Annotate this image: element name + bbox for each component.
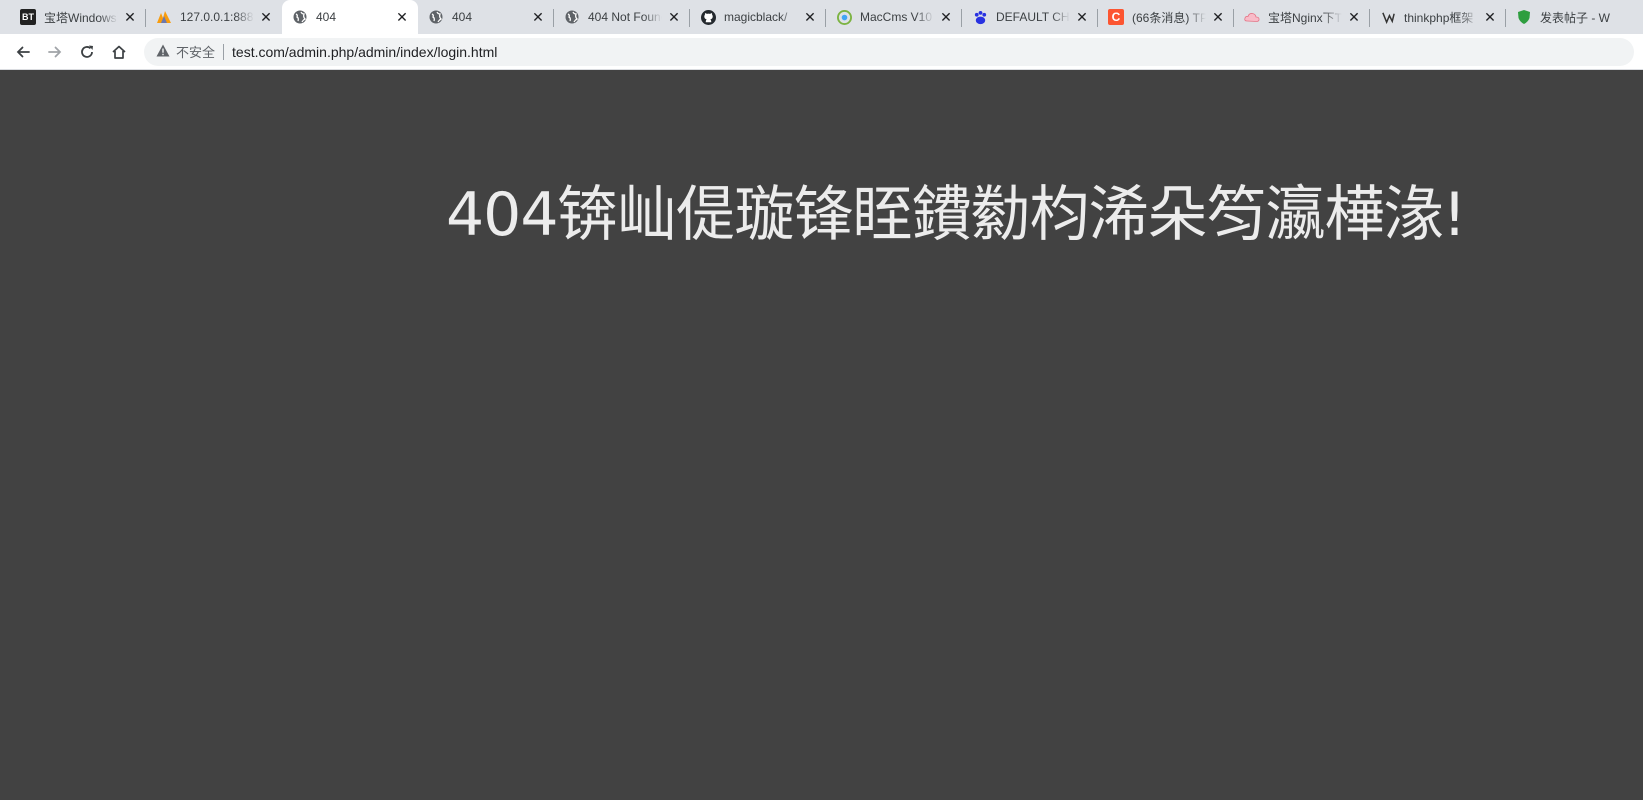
tab-baota-nginx[interactable]: 宝塔Nginx下T ✕ xyxy=(1234,0,1370,34)
close-icon[interactable]: ✕ xyxy=(1074,9,1090,25)
tab-csdn[interactable]: C (66条消息) TP ✕ xyxy=(1098,0,1234,34)
phpmyadmin-icon xyxy=(156,9,172,25)
baidu-icon xyxy=(972,9,988,25)
tab-404-not-found[interactable]: 404 Not Found ✕ xyxy=(554,0,690,34)
close-icon[interactable]: ✕ xyxy=(394,9,410,25)
tab-title: 发表帖子 - W xyxy=(1540,10,1610,25)
back-arrow-icon xyxy=(15,44,31,60)
tab-title: 404 Not Found xyxy=(588,10,662,24)
csdn-icon: C xyxy=(1108,9,1124,25)
maccms-icon xyxy=(836,9,852,25)
cloud-icon xyxy=(1244,9,1260,25)
tab-title: (66条消息) TP xyxy=(1132,10,1206,25)
address-bar[interactable]: 不安全 test.com/admin.php/admin/index/login… xyxy=(144,37,1634,66)
tab-github-magicblack[interactable]: magicblack/ ✕ xyxy=(690,0,826,34)
reload-button[interactable] xyxy=(72,37,102,67)
tab-404-active[interactable]: 404 ✕ xyxy=(282,0,418,34)
close-icon[interactable]: ✕ xyxy=(122,9,138,25)
forward-arrow-icon xyxy=(47,44,63,60)
tab-title: 404 xyxy=(452,10,473,24)
close-icon[interactable]: ✕ xyxy=(1346,9,1362,25)
tab-baota-windows[interactable]: BT 宝塔Windows面板 ✕ xyxy=(10,0,146,34)
close-icon[interactable]: ✕ xyxy=(258,9,274,25)
shield-icon xyxy=(1516,9,1532,25)
security-label: 不安全 xyxy=(176,45,216,60)
close-icon[interactable]: ✕ xyxy=(802,9,818,25)
back-button[interactable] xyxy=(8,37,38,67)
tab-title: thinkphp框架 xyxy=(1404,10,1474,25)
close-icon[interactable]: ✕ xyxy=(530,9,546,25)
browser-toolbar: 不安全 test.com/admin.php/admin/index/login… xyxy=(0,34,1643,70)
close-icon[interactable]: ✕ xyxy=(666,9,682,25)
close-icon[interactable]: ✕ xyxy=(1482,9,1498,25)
bt-icon: BT xyxy=(20,9,36,25)
github-icon xyxy=(700,9,716,25)
tab-404[interactable]: 404 ✕ xyxy=(418,0,554,34)
tab-post-thread[interactable]: 发表帖子 - W xyxy=(1506,0,1642,34)
globe-icon xyxy=(292,9,308,25)
tab-title: magicblack/ xyxy=(724,10,788,24)
omnibox-divider xyxy=(223,43,225,60)
tab-title: 127.0.0.1:888 xyxy=(180,10,254,24)
tab-title: MacCms V10 xyxy=(860,10,933,24)
thinkphp-icon xyxy=(1380,9,1396,25)
tab-localhost-888[interactable]: 127.0.0.1:888 ✕ xyxy=(146,0,282,34)
tab-default-ch[interactable]: DEFAULT CH ✕ xyxy=(962,0,1098,34)
tab-title: DEFAULT CH xyxy=(996,10,1070,24)
reload-icon xyxy=(79,44,95,60)
close-icon[interactable]: ✕ xyxy=(1210,9,1226,25)
tab-maccms[interactable]: MacCms V10 ✕ xyxy=(826,0,962,34)
globe-icon xyxy=(428,9,444,25)
tab-title: 404 xyxy=(316,10,337,24)
url-text[interactable]: test.com/admin.php/admin/index/login.htm… xyxy=(232,44,497,60)
close-icon[interactable]: ✕ xyxy=(938,9,954,25)
tab-title: 宝塔Nginx下T xyxy=(1268,10,1342,25)
tab-thinkphp[interactable]: thinkphp框架 ✕ xyxy=(1370,0,1506,34)
home-button[interactable] xyxy=(104,37,134,67)
globe-icon xyxy=(564,9,580,25)
tab-title: 宝塔Windows面板 xyxy=(44,10,118,25)
warning-triangle-icon xyxy=(156,44,170,60)
security-indicator[interactable]: 不安全 xyxy=(156,42,215,61)
page-content: 404锛屾偍璇锋眰鐨勬枃浠朵笉瀛樺湪! xyxy=(0,71,1643,800)
home-icon xyxy=(111,44,127,60)
error-heading: 404锛屾偍璇锋眰鐨勬枃浠朵笉瀛樺湪! xyxy=(446,180,1467,250)
forward-button[interactable] xyxy=(40,37,70,67)
tab-strip: BT 宝塔Windows面板 ✕ 127.0.0.1:888 ✕ 404 ✕ 4… xyxy=(0,0,1643,34)
